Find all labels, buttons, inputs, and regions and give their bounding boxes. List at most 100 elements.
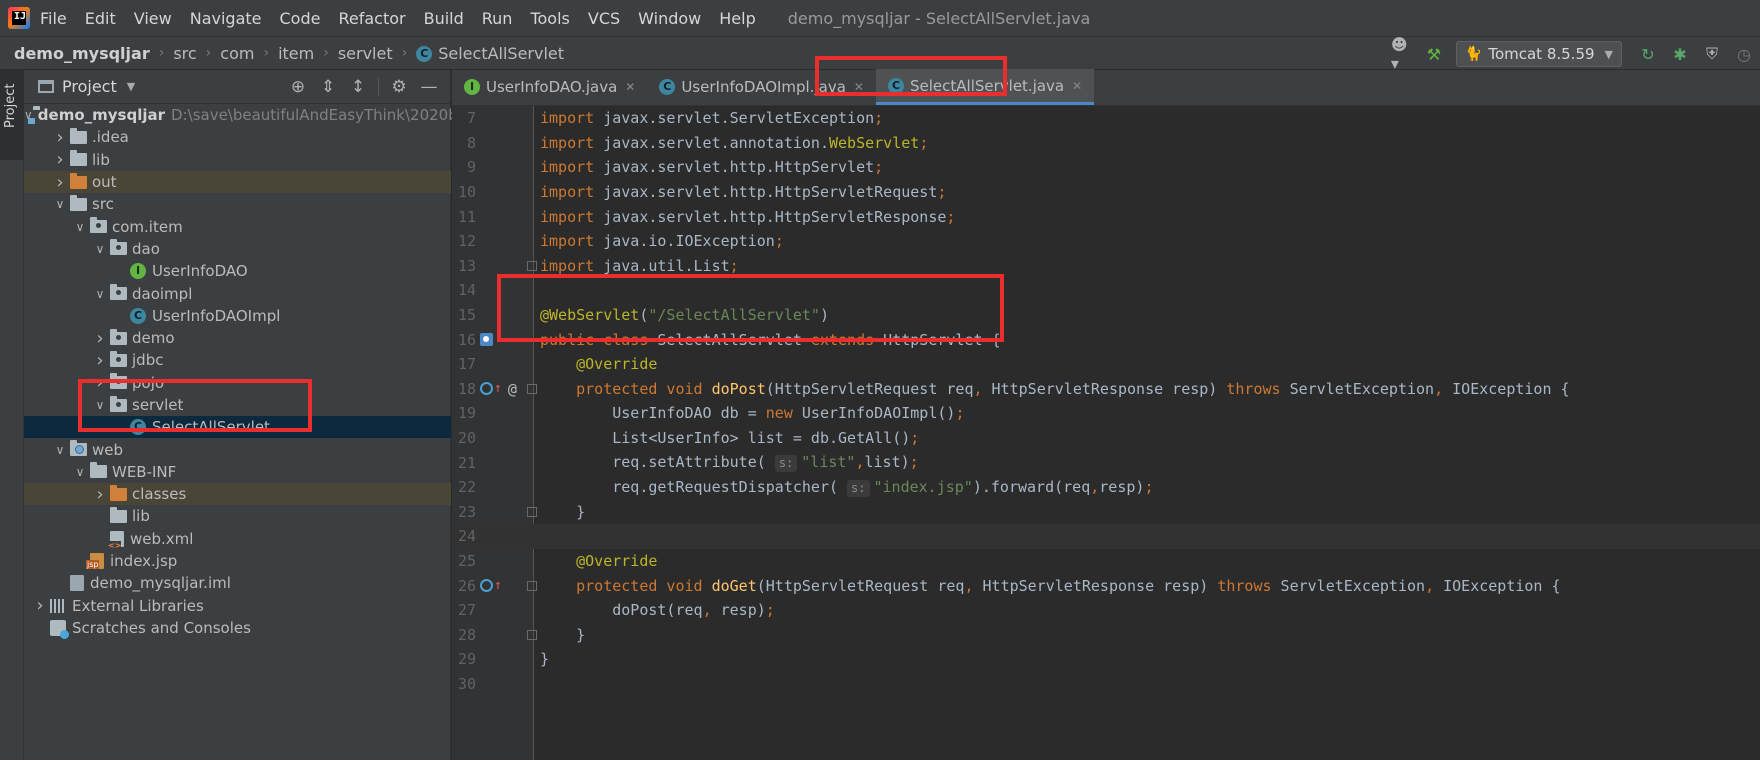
- code-area[interactable]: 7 import javax.servlet.ServletException; 8…: [452, 106, 1760, 760]
- chevron-right-icon[interactable]: ›: [50, 149, 70, 170]
- chevron-down-icon[interactable]: ∨: [90, 398, 110, 412]
- menu-item-help[interactable]: Help: [719, 9, 755, 28]
- menu-item-tools[interactable]: Tools: [530, 9, 569, 28]
- menu-item-refactor[interactable]: Refactor: [338, 9, 405, 28]
- editor-tab[interactable]: I UserInfoDAO.java ✕: [452, 69, 647, 105]
- run-config-dropdown[interactable]: 🐈 Tomcat 8.5.59 ▼: [1455, 41, 1622, 67]
- tree-node[interactable]: › demo: [24, 327, 451, 349]
- menu-item-vcs[interactable]: VCS: [588, 9, 620, 28]
- code-line[interactable]: 16 public class SelectAllServlet extends …: [452, 327, 1760, 352]
- fold-marker-icon[interactable]: [527, 383, 537, 394]
- tree-node[interactable]: › .idea: [24, 126, 451, 148]
- menu-item-window[interactable]: Window: [638, 9, 701, 28]
- fold-marker-icon[interactable]: [527, 580, 537, 591]
- chevron-down-icon[interactable]: ∨: [90, 242, 110, 256]
- code-line[interactable]: 29}: [452, 647, 1760, 672]
- chevron-down-icon[interactable]: ∨: [70, 465, 90, 479]
- tree-node[interactable]: › External Libraries: [24, 595, 451, 617]
- menu-item-code[interactable]: Code: [280, 9, 321, 28]
- code-line[interactable]: 7 import javax.servlet.ServletException;: [452, 106, 1760, 131]
- chevron-down-icon[interactable]: ∨: [50, 197, 70, 211]
- menu-item-edit[interactable]: Edit: [85, 9, 116, 28]
- code-line[interactable]: 28 }: [452, 623, 1760, 648]
- tree-node[interactable]: lib: [24, 505, 451, 527]
- code-line[interactable]: 11 import javax.servlet.http.HttpServletR…: [452, 204, 1760, 229]
- code-line[interactable]: 8 import javax.servlet.annotation.WebServ…: [452, 131, 1760, 156]
- debug-icon[interactable]: ✱: [1669, 43, 1691, 65]
- user-icon[interactable]: ☻▾: [1391, 35, 1413, 73]
- tree-node[interactable]: I UserInfoDAO: [24, 260, 451, 282]
- code-line[interactable]: 18 ↑ @ protected void doPost(HttpServletRe…: [452, 377, 1760, 402]
- close-icon[interactable]: ✕: [1072, 79, 1082, 93]
- code-line[interactable]: 27 doPost(req, resp);: [452, 598, 1760, 623]
- code-line[interactable]: 24: [452, 524, 1760, 549]
- breadcrumb-item[interactable]: servlet: [338, 44, 393, 63]
- code-line[interactable]: 26 ↑ protected void doGet(HttpServletRequ…: [452, 573, 1760, 598]
- tree-node[interactable]: web.xml: [24, 528, 451, 550]
- rerun-icon[interactable]: ↻: [1637, 43, 1659, 65]
- minimize-icon[interactable]: —: [418, 76, 440, 98]
- menu-item-view[interactable]: View: [134, 9, 172, 28]
- chevron-down-icon[interactable]: ▼: [127, 80, 135, 93]
- code-line[interactable]: 20 List<UserInfo> list = db.GetAll();: [452, 426, 1760, 451]
- chevron-right-icon[interactable]: ›: [90, 372, 110, 393]
- tree-node[interactable]: C UserInfoDAOImpl: [24, 305, 451, 327]
- chevron-right-icon[interactable]: ›: [90, 484, 110, 505]
- tree-node[interactable]: ∨ servlet: [24, 394, 451, 416]
- tree-node[interactable]: C SelectAllServlet: [24, 416, 451, 439]
- chevron-right-icon[interactable]: ›: [50, 127, 70, 148]
- tree-node[interactable]: demo_mysqljar.iml: [24, 572, 451, 594]
- collapse-all-icon[interactable]: ↕: [347, 76, 369, 98]
- code-line[interactable]: 30: [452, 672, 1760, 697]
- overrides-method-icon[interactable]: [480, 579, 493, 593]
- gear-icon[interactable]: ⚙: [388, 76, 410, 98]
- chevron-right-icon[interactable]: ›: [90, 328, 110, 349]
- override-gutter-icon[interactable]: ↑ @: [480, 380, 520, 398]
- editor-tab[interactable]: C SelectAllServlet.java ✕: [875, 69, 1095, 105]
- menu-item-navigate[interactable]: Navigate: [190, 9, 262, 28]
- fold-marker-icon[interactable]: [527, 260, 537, 271]
- tree-node[interactable]: › lib: [24, 149, 451, 171]
- chevron-right-icon[interactable]: ›: [30, 595, 50, 616]
- breadcrumb-item[interactable]: item: [278, 44, 314, 63]
- code-line[interactable]: 10 import javax.servlet.http.HttpServletR…: [452, 180, 1760, 205]
- tree-node[interactable]: ∨ src: [24, 193, 451, 215]
- tree-node[interactable]: › out: [24, 170, 451, 194]
- code-line[interactable]: 13 import java.util.List;: [452, 254, 1760, 279]
- profile-icon[interactable]: ◷: [1733, 43, 1755, 65]
- chevron-down-icon[interactable]: ∨: [90, 287, 110, 301]
- breadcrumb-item[interactable]: C SelectAllServlet: [416, 44, 564, 63]
- code-line[interactable]: 21 req.setAttribute( s: "list",list);: [452, 450, 1760, 475]
- chevron-right-icon[interactable]: ›: [90, 350, 110, 371]
- menu-item-build[interactable]: Build: [424, 9, 464, 28]
- tree-node[interactable]: › jdbc: [24, 349, 451, 371]
- chevron-down-icon[interactable]: ∨: [50, 443, 70, 457]
- servlet-icon[interactable]: [480, 333, 493, 347]
- tree-node[interactable]: ∨ dao: [24, 238, 451, 260]
- code-line[interactable]: 22 req.getRequestDispatcher( s: "index.js…: [452, 475, 1760, 500]
- close-icon[interactable]: ✕: [625, 80, 635, 94]
- tree-node[interactable]: Scratches and Consoles: [24, 617, 451, 639]
- chevron-right-icon[interactable]: ›: [50, 172, 70, 193]
- breadcrumb-item[interactable]: demo_mysqljar: [14, 44, 150, 63]
- code-line[interactable]: 15 @WebServlet("/SelectAllServlet"): [452, 303, 1760, 328]
- chevron-down-icon[interactable]: ∨: [70, 220, 90, 234]
- code-line[interactable]: 25 @Override: [452, 549, 1760, 574]
- tree-node[interactable]: › classes: [24, 483, 451, 506]
- tree-node[interactable]: ∨ web: [24, 438, 451, 460]
- code-line[interactable]: 9 import javax.servlet.http.HttpServlet;: [452, 155, 1760, 180]
- annotation-at-icon[interactable]: @: [508, 380, 517, 398]
- code-line[interactable]: 12 import java.io.IOException;: [452, 229, 1760, 254]
- tree-node[interactable]: index.jsp: [24, 550, 451, 572]
- project-panel-title[interactable]: Project: [62, 77, 117, 96]
- menu-item-file[interactable]: File: [40, 9, 67, 28]
- coverage-icon[interactable]: ⛨: [1701, 43, 1723, 65]
- locate-icon[interactable]: ⊕: [287, 76, 309, 98]
- menu-item-run[interactable]: Run: [482, 9, 513, 28]
- breadcrumb-item[interactable]: src: [173, 44, 196, 63]
- breadcrumb-item[interactable]: com: [220, 44, 254, 63]
- fold-marker-icon[interactable]: [527, 506, 537, 517]
- editor-tab[interactable]: C UserInfoDAOImpl.java ✕: [647, 69, 876, 105]
- hammer-icon[interactable]: ⚒: [1423, 43, 1445, 65]
- expand-all-icon[interactable]: ⇕: [317, 76, 339, 98]
